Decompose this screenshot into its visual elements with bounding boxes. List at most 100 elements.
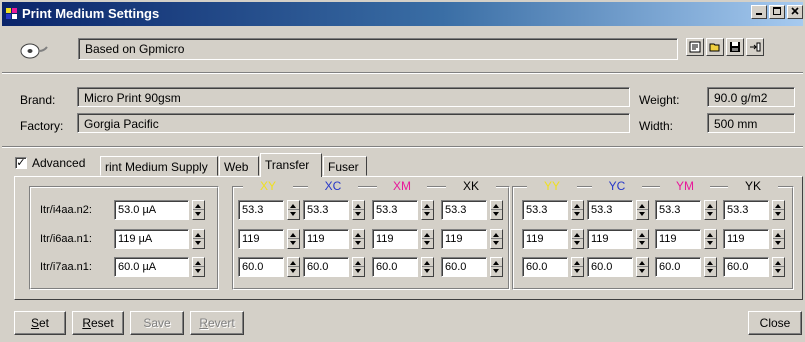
transfer-value-spinner[interactable]: [421, 200, 434, 220]
transfer-value-spinner[interactable]: [571, 200, 584, 220]
reset-button[interactable]: Reset: [72, 311, 124, 335]
spinner-divider: [353, 266, 364, 267]
transfer-value-input-text: 60.0: [591, 261, 613, 273]
transfer-value-input[interactable]: 60.0: [441, 257, 487, 277]
maximize-button[interactable]: [769, 5, 785, 19]
transfer-value-input[interactable]: 119: [303, 229, 349, 249]
transfer-value-spinner[interactable]: [490, 229, 503, 249]
base-value-spinner[interactable]: [192, 257, 205, 277]
transfer-value-input[interactable]: 119: [522, 229, 568, 249]
spinner-divider: [422, 238, 433, 239]
transfer-value-spinner[interactable]: [490, 200, 503, 220]
column-header-yy: YY: [527, 179, 577, 193]
transfer-value-input[interactable]: 119: [238, 229, 284, 249]
transfer-value-spinner[interactable]: [421, 229, 434, 249]
transfer-value-spinner[interactable]: [352, 200, 365, 220]
weight-field[interactable]: 90.0 g/m2: [707, 87, 795, 107]
revert-button[interactable]: Revert: [190, 311, 244, 335]
transfer-value-spinner[interactable]: [571, 257, 584, 277]
set-button-mnemonic: S: [30, 316, 39, 330]
tab-print-medium-supply[interactable]: rint Medium Supply: [100, 156, 218, 176]
tab-transfer[interactable]: Transfer: [260, 153, 322, 177]
transfer-value-spinner[interactable]: [704, 200, 717, 220]
transfer-value-spinner[interactable]: [636, 257, 649, 277]
column-header-xc-text: XC: [324, 179, 342, 193]
transfer-value-input[interactable]: 53.3: [723, 200, 769, 220]
transfer-value-input[interactable]: 53.3: [655, 200, 701, 220]
transfer-value-spinner[interactable]: [571, 229, 584, 249]
close-button[interactable]: Close: [748, 311, 802, 335]
advanced-checkbox[interactable]: ✓: [15, 157, 27, 169]
transfer-value-input[interactable]: 119: [655, 229, 701, 249]
transfer-value-input-text: 119: [445, 233, 463, 245]
width-field[interactable]: 500 mm: [707, 113, 795, 133]
title-bar[interactable]: Print Medium Settings: [2, 2, 803, 26]
transfer-value-spinner[interactable]: [421, 257, 434, 277]
base-value-spinner[interactable]: [192, 200, 205, 220]
base-value-input[interactable]: 53.0 µA: [114, 200, 189, 220]
transfer-value-spinner[interactable]: [287, 200, 300, 220]
spinner-divider: [572, 209, 583, 210]
transfer-value-input[interactable]: 119: [723, 229, 769, 249]
tab-label: rint Medium Supply: [105, 160, 208, 174]
column-header-yy-text: YY: [543, 179, 560, 193]
base-value-spinner[interactable]: [192, 229, 205, 249]
advanced-label[interactable]: Advanced: [32, 156, 85, 170]
column-header-ym: YM: [660, 179, 710, 193]
open-folder-button[interactable]: [706, 38, 724, 56]
brand-field[interactable]: Micro Print 90gsm: [77, 87, 630, 107]
base-value-input[interactable]: 119 µA: [114, 229, 189, 249]
transfer-value-input[interactable]: 53.3: [441, 200, 487, 220]
transfer-value-input[interactable]: 60.0: [522, 257, 568, 277]
transfer-value-input[interactable]: 53.3: [303, 200, 349, 220]
transfer-value-input[interactable]: 53.3: [372, 200, 418, 220]
profile-name-field[interactable]: Based on Gpmicro: [78, 38, 678, 60]
transfer-value-spinner[interactable]: [352, 229, 365, 249]
transfer-value-input-text: 60.0: [727, 261, 749, 273]
transfer-value-input-text: 60.0: [445, 261, 467, 273]
save-button-label: Save: [143, 316, 171, 330]
transfer-value-input[interactable]: 53.3: [587, 200, 633, 220]
transfer-value-spinner[interactable]: [704, 229, 717, 249]
transfer-value-input[interactable]: 53.3: [522, 200, 568, 220]
tab-fuser[interactable]: Fuser: [323, 156, 367, 176]
factory-field[interactable]: Gorgia Pacific: [77, 113, 630, 133]
transfer-value-input[interactable]: 60.0: [655, 257, 701, 277]
tab-label: Fuser: [328, 160, 359, 174]
set-button[interactable]: Set: [14, 311, 66, 335]
spinner-divider: [572, 238, 583, 239]
transfer-value-spinner[interactable]: [636, 200, 649, 220]
reset-button-label: eset: [90, 316, 114, 330]
close-window-button[interactable]: [787, 5, 803, 19]
transfer-value-spinner[interactable]: [287, 229, 300, 249]
transfer-value-spinner[interactable]: [287, 257, 300, 277]
spinner-divider: [288, 266, 299, 267]
transfer-value-spinner[interactable]: [636, 229, 649, 249]
revert-button-mnemonic: R: [199, 316, 208, 330]
minimize-button[interactable]: [751, 5, 767, 19]
transfer-value-input[interactable]: 119: [441, 229, 487, 249]
transfer-value-input[interactable]: 60.0: [587, 257, 633, 277]
transfer-value-input[interactable]: 119: [372, 229, 418, 249]
transfer-value-spinner[interactable]: [490, 257, 503, 277]
transfer-value-input[interactable]: 53.3: [238, 200, 284, 220]
tab-web[interactable]: Web: [219, 156, 259, 176]
app-icon: [6, 8, 17, 19]
properties-button[interactable]: [686, 38, 704, 56]
save-disk-button[interactable]: [726, 38, 744, 56]
transfer-value-spinner[interactable]: [772, 229, 785, 249]
transfer-value-input[interactable]: 119: [587, 229, 633, 249]
transfer-value-spinner[interactable]: [704, 257, 717, 277]
import-button[interactable]: [746, 38, 764, 56]
transfer-value-input[interactable]: 60.0: [372, 257, 418, 277]
transfer-value-input[interactable]: 60.0: [238, 257, 284, 277]
transfer-value-input[interactable]: 60.0: [303, 257, 349, 277]
base-value-input[interactable]: 60.0 µA: [114, 257, 189, 277]
save-button[interactable]: Save: [130, 311, 184, 335]
transfer-value-spinner[interactable]: [772, 257, 785, 277]
transfer-value-spinner[interactable]: [772, 200, 785, 220]
transfer-value-spinner[interactable]: [352, 257, 365, 277]
width-label: Width:: [639, 119, 674, 133]
spinner-divider: [491, 266, 502, 267]
transfer-value-input[interactable]: 60.0: [723, 257, 769, 277]
